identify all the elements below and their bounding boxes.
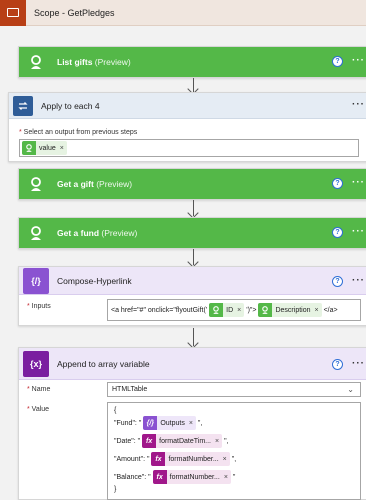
fx-icon: fx xyxy=(142,434,157,448)
get-gift-card[interactable]: Get a gift (Preview) ? ··· xyxy=(18,168,366,200)
scope-title: Scope - GetPledges xyxy=(34,7,115,18)
outputs-token[interactable]: {/} Outputs × xyxy=(143,416,196,430)
blackbaud-connector-icon xyxy=(23,220,49,246)
more-options-icon[interactable]: ··· xyxy=(352,275,365,286)
append-array-variable-card[interactable]: {x} Append to array variable ? ··· * Nam… xyxy=(18,347,366,500)
format-number-token[interactable]: fx formatNumber... × xyxy=(151,452,230,466)
more-options-icon[interactable]: ··· xyxy=(352,226,365,237)
help-icon[interactable]: ? xyxy=(332,56,343,67)
card-title: List gifts (Preview) xyxy=(57,57,131,67)
scope-icon xyxy=(0,0,26,26)
variable-name-select[interactable]: HTMLTable ⌄ xyxy=(107,382,361,397)
select-output-label: * Select an output from previous steps xyxy=(19,129,138,136)
remove-token-icon[interactable]: × xyxy=(237,307,241,314)
variable-icon: {x} xyxy=(23,350,49,377)
apply-to-each-card[interactable]: Apply to each 4 ··· * Select an output f… xyxy=(8,92,366,162)
card-title: Get a fund (Preview) xyxy=(57,228,138,238)
compose-inputs-field[interactable]: <a href="#" onclick="flyoutGift(' ID × '… xyxy=(107,299,361,321)
get-fund-card[interactable]: Get a fund (Preview) ? ··· xyxy=(18,217,366,249)
fx-icon: fx xyxy=(152,470,167,484)
value-editor[interactable]: { "Fund": " {/} Outputs × ", "Date": " f… xyxy=(107,402,361,500)
flow-arrow xyxy=(193,328,194,346)
select-output-input[interactable]: value × xyxy=(19,139,359,157)
format-date-token[interactable]: fx formatDateTim... × xyxy=(142,434,223,448)
blackbaud-token-icon xyxy=(258,303,273,317)
remove-token-icon[interactable]: × xyxy=(224,474,228,481)
description-token[interactable]: Description × xyxy=(258,303,322,317)
remove-token-icon[interactable]: × xyxy=(223,456,227,463)
name-label: * Name xyxy=(27,386,51,393)
help-icon[interactable]: ? xyxy=(332,178,343,189)
flow-arrow xyxy=(193,78,194,92)
help-icon[interactable]: ? xyxy=(332,359,343,370)
id-token[interactable]: ID × xyxy=(209,303,245,317)
blackbaud-connector-icon xyxy=(23,49,49,75)
chevron-down-icon[interactable]: ⌄ xyxy=(347,385,354,394)
blackbaud-token-icon xyxy=(22,141,36,155)
list-gifts-card[interactable]: List gifts (Preview) ? ··· xyxy=(18,46,366,78)
fund-row: "Fund": " {/} Outputs × ", xyxy=(114,414,354,432)
more-options-icon[interactable]: ··· xyxy=(352,99,365,110)
remove-token-icon[interactable]: × xyxy=(315,307,319,314)
more-options-icon[interactable]: ··· xyxy=(352,55,365,66)
more-options-icon[interactable]: ··· xyxy=(352,177,365,188)
flow-arrow xyxy=(193,249,194,265)
loop-icon xyxy=(13,95,33,116)
blackbaud-token-icon xyxy=(209,303,224,317)
fx-icon: fx xyxy=(151,452,166,466)
help-icon[interactable]: ? xyxy=(332,276,343,287)
card-title: Get a gift (Preview) xyxy=(57,179,133,189)
remove-token-icon[interactable]: × xyxy=(60,145,64,152)
value-token[interactable]: value × xyxy=(22,141,67,155)
more-options-icon[interactable]: ··· xyxy=(352,358,365,369)
card-title: Append to array variable xyxy=(57,358,150,369)
compose-hyperlink-card[interactable]: {/} Compose-Hyperlink ? ··· * Inputs <a … xyxy=(18,266,366,326)
remove-token-icon[interactable]: × xyxy=(189,420,193,427)
card-title: Compose-Hyperlink xyxy=(57,275,132,286)
card-title: Apply to each 4 xyxy=(41,100,100,111)
help-icon[interactable]: ? xyxy=(332,227,343,238)
date-row: "Date": " fx formatDateTim... × ", xyxy=(114,432,354,450)
compose-icon: {/} xyxy=(23,267,49,294)
value-label: * Value xyxy=(27,406,50,413)
format-number-token[interactable]: fx formatNumber... × xyxy=(152,470,231,484)
blackbaud-connector-icon xyxy=(23,171,49,197)
remove-token-icon[interactable]: × xyxy=(215,438,219,445)
flow-arrow xyxy=(193,200,194,216)
scope-header[interactable]: Scope - GetPledges xyxy=(0,0,366,26)
amount-row: "Amount": " fx formatNumber... × ", xyxy=(114,450,354,468)
compose-token-icon: {/} xyxy=(143,416,158,430)
inputs-label: * Inputs xyxy=(27,303,51,310)
balance-row: "Balance": " fx formatNumber... × " xyxy=(114,468,354,486)
